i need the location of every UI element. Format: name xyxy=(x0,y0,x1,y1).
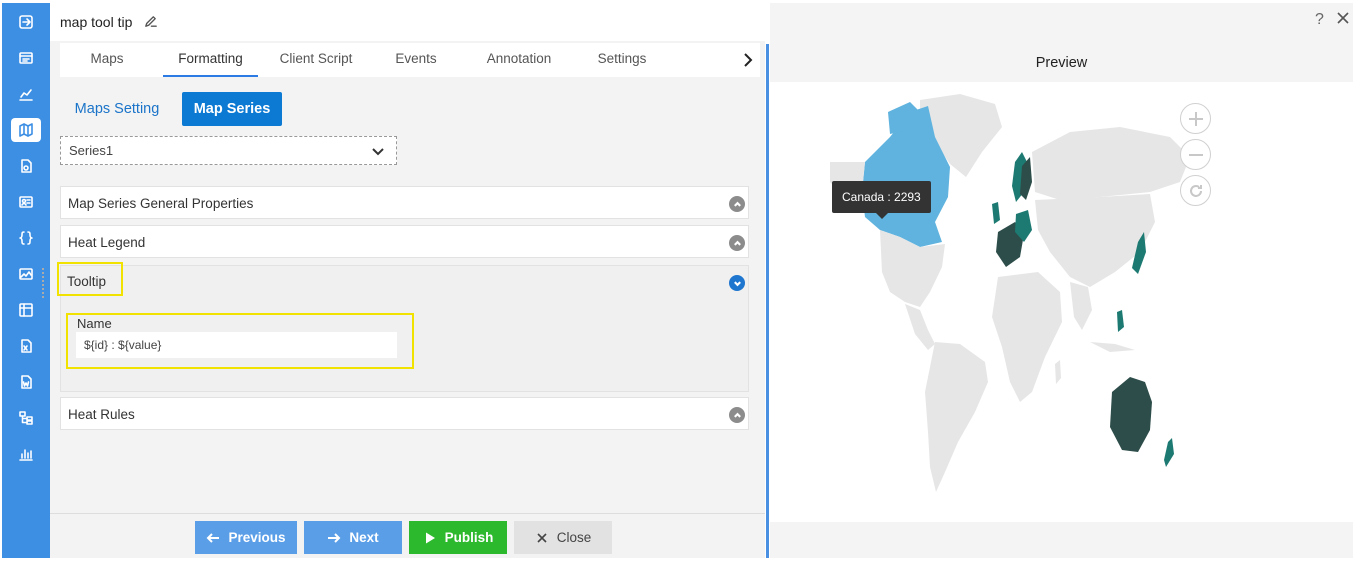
page-title: map tool tip xyxy=(60,14,133,30)
tab-maps[interactable]: Maps xyxy=(72,43,142,77)
region-africa xyxy=(992,272,1062,402)
resize-grip[interactable] xyxy=(42,268,46,298)
region-india xyxy=(1070,282,1092,330)
region-russia xyxy=(1032,127,1190,200)
tab-scroll-right[interactable] xyxy=(738,44,758,76)
arrow-left-icon xyxy=(207,532,220,543)
image-chart-icon[interactable] xyxy=(16,264,36,284)
tab-client-script[interactable]: Client Script xyxy=(268,43,364,77)
region-new-zealand xyxy=(1164,438,1174,467)
zoom-out-button[interactable] xyxy=(1180,139,1211,170)
section-label: Map Series General Properties xyxy=(68,196,254,211)
region-madagascar xyxy=(1055,360,1061,384)
editor-header: map tool tip xyxy=(50,3,765,41)
series-dropdown[interactable]: Series1 xyxy=(60,136,397,165)
zoom-in-button[interactable] xyxy=(1180,103,1211,134)
name-label: Name xyxy=(77,316,112,331)
pencil-icon[interactable] xyxy=(143,14,159,30)
next-label: Next xyxy=(349,530,379,545)
section-label[interactable]: Tooltip xyxy=(67,274,106,289)
region-south-america xyxy=(925,342,988,492)
plus-icon xyxy=(1188,111,1203,126)
section-general-properties[interactable]: Map Series General Properties xyxy=(60,186,749,219)
preview-title: Preview xyxy=(1035,55,1088,71)
chevron-down-icon xyxy=(370,143,386,159)
close-icon xyxy=(537,532,547,543)
region-uk xyxy=(992,202,1000,224)
region-philippines xyxy=(1117,310,1124,332)
chevron-up-icon[interactable] xyxy=(729,196,745,212)
tooltip-name-input[interactable] xyxy=(76,332,397,358)
region-indonesia xyxy=(1090,342,1135,352)
region-australia xyxy=(1110,377,1152,452)
previous-label: Previous xyxy=(228,530,286,545)
tree-icon[interactable] xyxy=(16,408,36,428)
publish-label: Publish xyxy=(444,530,494,545)
chevron-up-icon[interactable] xyxy=(729,407,745,423)
close-button[interactable]: Close xyxy=(514,521,612,554)
reset-zoom-button[interactable] xyxy=(1180,175,1211,206)
word-icon[interactable] xyxy=(16,372,36,392)
bar-chart-icon[interactable] xyxy=(16,444,36,464)
chevron-down-icon[interactable] xyxy=(729,275,745,291)
next-button[interactable]: Next xyxy=(304,521,402,554)
splitter[interactable] xyxy=(766,44,769,558)
code-braces-icon[interactable] xyxy=(16,228,36,248)
editor-panel: map tool tip Maps Formatting Client Scri… xyxy=(50,3,765,558)
export-icon[interactable] xyxy=(16,12,36,32)
tab-settings[interactable]: Settings xyxy=(584,43,660,77)
help-icon[interactable]: ? xyxy=(1315,11,1324,29)
publish-button[interactable]: Publish xyxy=(409,521,507,554)
footer-divider xyxy=(50,513,765,514)
preview-panel: ? Preview Canada: 2293 xyxy=(770,3,1353,558)
tab-annotation[interactable]: Annotation xyxy=(474,43,564,77)
line-chart-icon[interactable] xyxy=(16,84,36,104)
arrow-right-icon xyxy=(328,532,341,543)
series-dropdown-value: Series1 xyxy=(69,143,114,158)
world-map[interactable] xyxy=(770,82,1353,522)
tab-formatting[interactable]: Formatting xyxy=(163,43,258,77)
close-label: Close xyxy=(556,530,592,545)
section-heat-legend[interactable]: Heat Legend xyxy=(60,225,749,258)
section-heat-rules[interactable]: Heat Rules xyxy=(60,397,749,430)
map-tooltip: Canada : 2293 xyxy=(832,181,931,219)
previous-button[interactable]: Previous xyxy=(195,521,297,554)
section-label: Heat Rules xyxy=(68,407,135,422)
chevron-right-icon xyxy=(744,53,753,67)
pivot-icon[interactable] xyxy=(16,300,36,320)
document-icon[interactable] xyxy=(16,156,36,176)
table-icon[interactable] xyxy=(16,48,36,68)
section-label: Heat Legend xyxy=(68,235,146,250)
region-asia xyxy=(1035,194,1155,287)
refresh-icon xyxy=(1189,184,1202,197)
minus-icon xyxy=(1188,153,1203,156)
id-card-icon[interactable] xyxy=(16,192,36,212)
tab-events[interactable]: Events xyxy=(381,43,451,77)
map-canvas[interactable]: Canada : 2293 xyxy=(770,82,1353,522)
map-series-tab[interactable]: Map Series xyxy=(182,92,282,126)
chevron-up-icon[interactable] xyxy=(729,235,745,251)
tab-bar: Maps Formatting Client Script Events Ann… xyxy=(60,43,760,77)
excel-icon[interactable] xyxy=(16,336,36,356)
play-icon xyxy=(425,532,435,543)
maps-setting-tab[interactable]: Maps Setting xyxy=(66,92,168,126)
close-window-icon[interactable] xyxy=(1336,11,1350,25)
map-icon[interactable] xyxy=(11,118,41,142)
app-window: map tool tip Maps Formatting Client Scri… xyxy=(0,0,1355,561)
region-central-america xyxy=(905,304,935,350)
